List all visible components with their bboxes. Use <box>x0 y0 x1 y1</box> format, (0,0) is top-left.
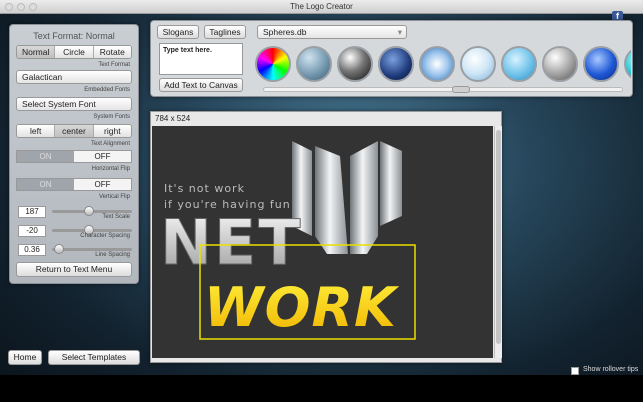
net-word: NET <box>160 206 303 279</box>
system-font-select[interactable]: Select System Font <box>16 97 132 111</box>
cyan-sphere-icon[interactable] <box>624 46 631 82</box>
char-spacing-slider[interactable] <box>52 225 132 235</box>
format-rotate-tab[interactable]: Rotate <box>93 46 131 58</box>
format-segmented: Normal Circle Rotate <box>16 45 132 59</box>
hflip-off-option[interactable]: OFF <box>74 151 131 162</box>
line-spacing-caption: Line Spacing <box>95 252 130 258</box>
steel-blue-sphere-icon[interactable] <box>296 46 332 82</box>
align-center-tab[interactable]: center <box>55 125 94 137</box>
window-title: The Logo Creator <box>290 2 353 11</box>
home-button[interactable]: Home <box>8 350 42 365</box>
text-scale-caption: Text Scale <box>102 214 130 220</box>
rainbow-sphere-icon[interactable] <box>255 46 291 82</box>
select-templates-button[interactable]: Select Templates <box>48 350 140 365</box>
library-select[interactable]: Spheres.db ▾ <box>257 25 407 39</box>
return-to-text-menu-button[interactable]: Return to Text Menu <box>16 262 132 277</box>
alignment-segmented: left center right <box>16 124 132 138</box>
text-entry-field[interactable]: Type text here. <box>159 43 243 75</box>
line-spacing-slider[interactable] <box>52 244 132 254</box>
align-left-tab[interactable]: left <box>17 125 56 137</box>
logo-artwork: It's not work if you're having fun NET W… <box>160 141 416 340</box>
format-normal-tab[interactable]: Normal <box>17 46 56 58</box>
embedded-caption: Embedded Fonts <box>84 87 130 93</box>
canvas-scroll-thumb[interactable] <box>496 130 501 344</box>
char-spacing-caption: Character Spacing <box>80 233 130 239</box>
zoom-window-button[interactable] <box>29 3 37 11</box>
minimize-window-button[interactable] <box>17 3 25 11</box>
metallic-pillars <box>292 141 402 254</box>
text-scale-input[interactable]: 187 <box>18 206 46 218</box>
panel-title: Text Format: Normal <box>33 31 115 41</box>
hflip-on-option[interactable]: ON <box>17 151 74 162</box>
add-text-to-canvas-button[interactable]: Add Text to Canvas <box>159 78 243 92</box>
format-caption: Text Format <box>98 62 130 68</box>
bottom-bar <box>0 375 643 402</box>
embedded-font-select[interactable]: Galactican <box>16 70 132 84</box>
library-value: Spheres.db <box>263 27 307 37</box>
horizontal-flip-toggle: ON OFF <box>16 150 132 163</box>
text-scale-knob[interactable] <box>83 206 94 216</box>
app-window: The Logo Creator f Text Format: Normal N… <box>0 0 643 402</box>
silver-sphere-icon[interactable] <box>542 46 578 82</box>
gallery-scroll-thumb[interactable] <box>452 86 470 93</box>
grid-sphere-icon[interactable] <box>378 46 414 82</box>
system-font-value: Select System Font <box>22 99 96 109</box>
text-library-panel: Slogans Taglines Spheres.db ▾ Type text … <box>150 20 633 97</box>
design-canvas[interactable]: It's not work if you're having fun NET W… <box>152 126 493 358</box>
title-bar: The Logo Creator <box>0 0 643 14</box>
canvas-window: 784 x 524 It's not work if you're having… <box>150 111 502 363</box>
text-scale-slider[interactable] <box>52 206 132 216</box>
line-spacing-knob[interactable] <box>54 244 65 254</box>
chrome-sphere-icon[interactable] <box>337 46 373 82</box>
embedded-font-value: Galactican <box>22 72 63 82</box>
glass-sphere-icon[interactable] <box>460 46 496 82</box>
format-circle-tab[interactable]: Circle <box>55 46 94 58</box>
vflip-on-option[interactable]: ON <box>17 179 74 190</box>
vertical-flip-toggle: ON OFF <box>16 178 132 191</box>
sphere-gallery <box>255 44 631 86</box>
alignment-caption: Text Alignment <box>90 141 130 147</box>
vflip-off-option[interactable]: OFF <box>74 179 131 190</box>
canvas-vertical-scrollbar[interactable] <box>494 126 502 358</box>
taglines-tab[interactable]: Taglines <box>204 25 246 39</box>
rollover-tips-checkbox[interactable] <box>571 367 579 375</box>
gallery-scrollbar[interactable] <box>263 86 623 93</box>
blue-sphere-icon[interactable] <box>583 46 619 82</box>
rollover-tips-label: Show rollover tips <box>583 366 639 373</box>
work-word[interactable]: WORK <box>204 276 400 339</box>
text-format-panel: Text Format: Normal Normal Circle Rotate… <box>9 24 139 284</box>
close-window-button[interactable] <box>5 3 13 11</box>
vflip-caption: Vertical Flip <box>98 194 130 200</box>
ice-sphere-icon[interactable] <box>419 46 455 82</box>
hflip-caption: Horizontal Flip <box>91 166 130 172</box>
slogans-tab[interactable]: Slogans <box>157 25 199 39</box>
align-right-tab[interactable]: right <box>93 125 131 137</box>
system-caption: System Fonts <box>93 114 130 120</box>
aqua-sphere-icon[interactable] <box>501 46 537 82</box>
canvas-size-label: 784 x 524 <box>155 114 191 123</box>
char-spacing-input[interactable]: -20 <box>18 225 46 237</box>
line-spacing-input[interactable]: 0.36 <box>18 244 46 256</box>
chevron-down-icon: ▾ <box>397 27 402 37</box>
tagline-line-1: It's not work <box>164 182 245 195</box>
